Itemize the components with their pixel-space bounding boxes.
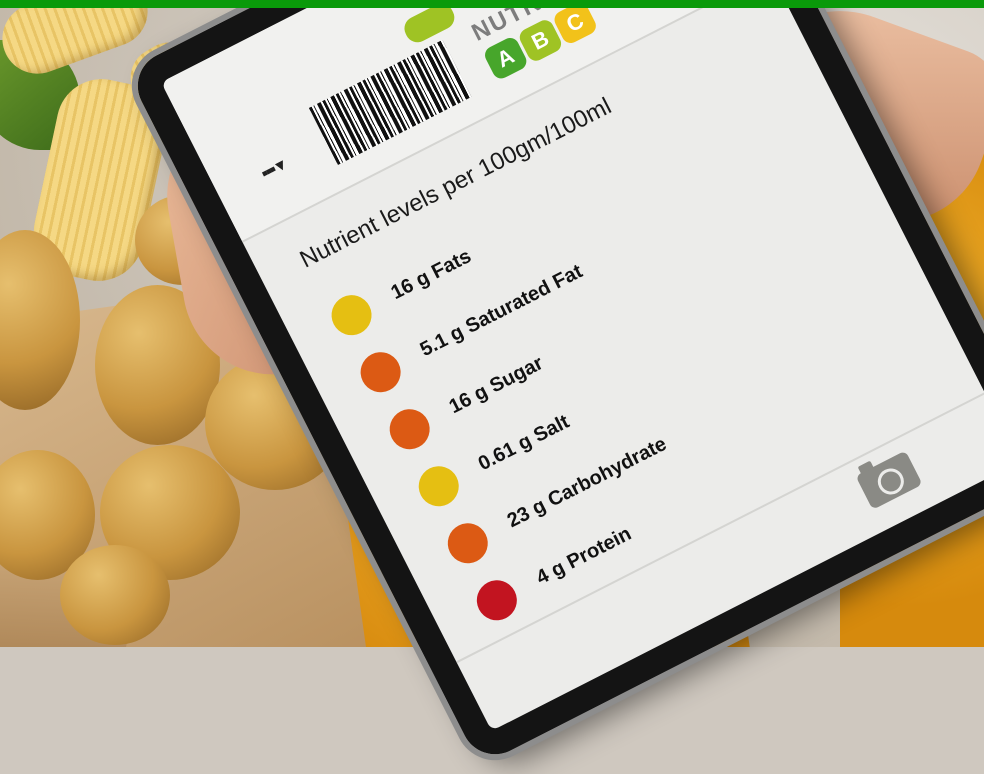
camera-icon[interactable] <box>855 450 923 510</box>
level-dot <box>411 459 466 514</box>
level-dot <box>353 345 408 400</box>
level-dot <box>324 288 379 343</box>
camera-flash-bump <box>857 460 874 475</box>
camera-lens <box>873 463 909 499</box>
accent-bar <box>0 0 984 8</box>
level-dot <box>382 402 437 457</box>
level-dot <box>469 573 524 628</box>
potato <box>60 545 170 645</box>
signal-icon: ▪▪▪ ▾ <box>257 155 288 184</box>
level-dot <box>440 516 495 571</box>
barcode-image <box>308 39 472 166</box>
